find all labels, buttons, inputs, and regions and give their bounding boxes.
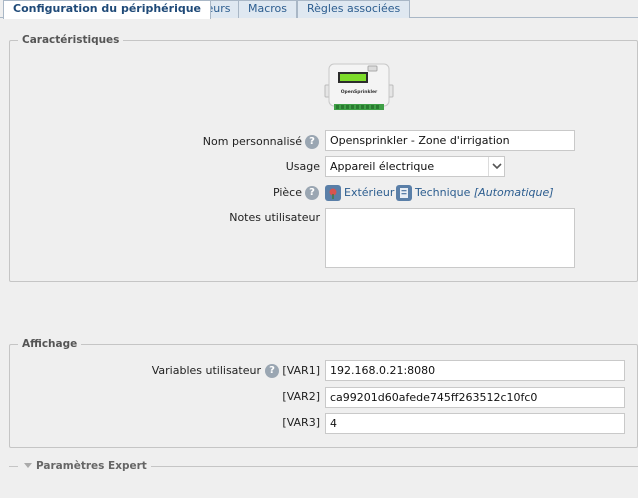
usage-label: Usage <box>285 160 320 173</box>
var3-key: [VAR3] <box>282 416 320 429</box>
name-label: Nom personnalisé <box>202 135 302 148</box>
device-brand-text: OpenSprinkler <box>341 89 378 95</box>
var2-input[interactable]: ca99201d60afede745ff263512c10fc0 <box>325 387 625 408</box>
notes-label: Notes utilisateur <box>229 211 320 224</box>
characteristics-legend: Caractéristiques <box>18 34 124 46</box>
usage-select-value: Appareil électrique <box>330 160 435 173</box>
var1-input[interactable]: 192.168.0.21:8080 <box>325 360 625 381</box>
user-variables-label: Variables utilisateur <box>151 364 261 377</box>
tab-device-configuration[interactable]: Configuration du périphérique <box>3 0 212 19</box>
technique-room-name: Technique <box>415 186 471 199</box>
exterior-room-icon <box>325 185 341 201</box>
technique-room-link[interactable]: Technique [Automatique] <box>415 186 554 199</box>
tab-macros[interactable]: Macros <box>238 0 298 18</box>
display-legend: Affichage <box>18 338 82 350</box>
technique-room-suffix: [Automatique] <box>473 186 554 199</box>
expert-section-toggle[interactable]: Paramètres Expert <box>18 460 151 472</box>
name-help-icon[interactable]: ? <box>305 135 319 149</box>
tab-bar: Configuration du périphérique Valeurs Ma… <box>0 0 638 19</box>
device-image: OpenSprinkler <box>324 62 394 112</box>
var1-key: [VAR1] <box>282 364 320 377</box>
usage-select[interactable]: Appareil électrique <box>325 156 505 177</box>
exterior-room-link[interactable]: Extérieur <box>344 186 394 199</box>
tab-associated-rules[interactable]: Règles associées <box>297 0 411 18</box>
opensprinkler-device-icon: OpenSprinkler <box>324 63 394 110</box>
collapse-triangle-icon <box>24 463 32 468</box>
var2-key: [VAR2] <box>282 390 320 403</box>
room-help-icon[interactable]: ? <box>305 186 319 200</box>
var3-input[interactable]: 4 <box>325 413 625 434</box>
notes-textarea[interactable] <box>325 208 575 268</box>
chevron-down-icon <box>488 157 504 176</box>
expert-legend: Paramètres Expert <box>36 460 147 472</box>
user-variables-help-icon[interactable]: ? <box>265 364 279 378</box>
room-label: Pièce <box>272 186 302 199</box>
name-input[interactable]: Opensprinkler - Zone d'irrigation <box>325 130 575 151</box>
technique-room-icon <box>396 185 412 201</box>
